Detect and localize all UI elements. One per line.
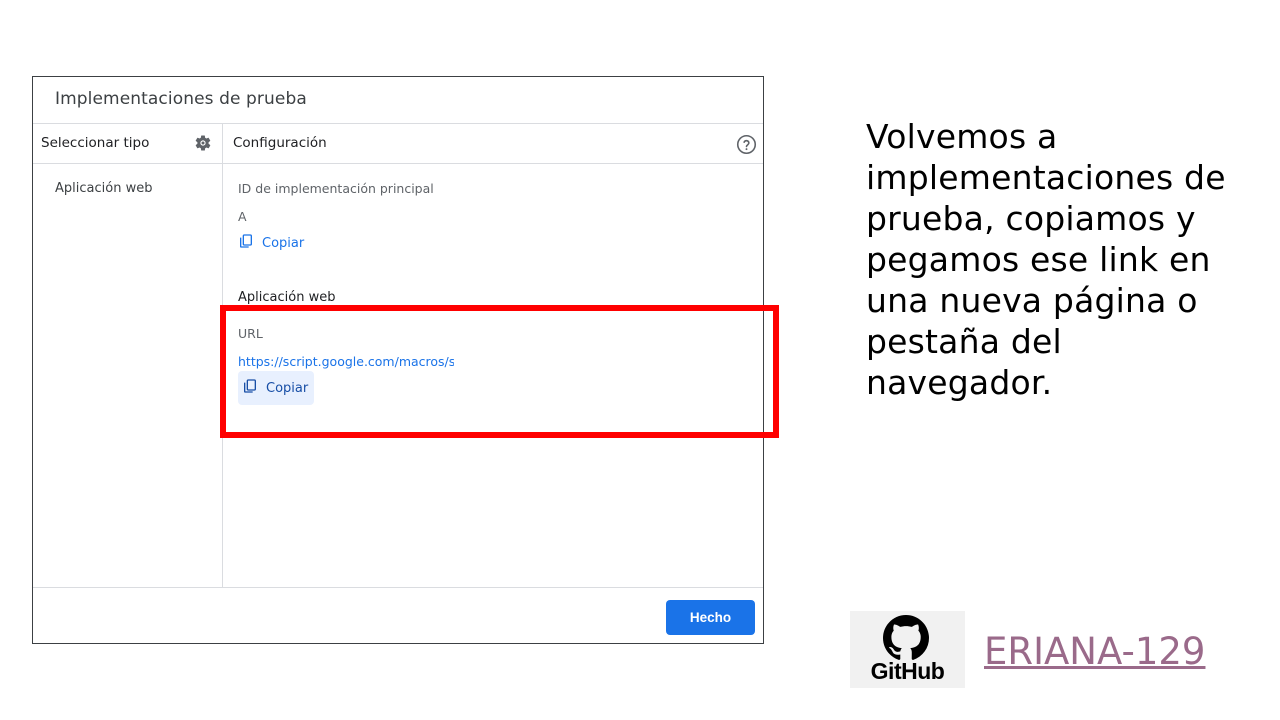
github-logo: GitHub: [850, 611, 965, 688]
divider: [33, 163, 763, 164]
deployment-id-value: A: [238, 209, 247, 224]
sidebar-item-web-app[interactable]: Aplicación web: [55, 181, 152, 196]
divider: [33, 587, 763, 588]
gear-icon[interactable]: [194, 134, 212, 152]
slide-caption: Volvemos a implementaciones de prueba, c…: [866, 117, 1226, 402]
done-button[interactable]: Hecho: [666, 600, 755, 635]
deployment-id-label: ID de implementación principal: [238, 181, 434, 196]
github-username-link[interactable]: ERIANA-129: [984, 630, 1205, 673]
divider: [33, 123, 763, 124]
select-type-header: Seleccionar tipo: [41, 135, 150, 151]
configuration-header: Configuración: [233, 135, 327, 151]
highlight-box: [220, 305, 779, 438]
help-circle-icon[interactable]: [736, 134, 757, 155]
copy-button-label: Copiar: [262, 235, 305, 251]
github-octocat-icon: [883, 615, 929, 661]
github-wordmark: GitHub: [870, 658, 945, 684]
web-app-section-title: Aplicación web: [238, 290, 336, 305]
dialog-title: Implementaciones de prueba: [55, 89, 307, 109]
copy-deployment-id-button[interactable]: Copiar: [234, 226, 310, 260]
copy-icon: [238, 233, 254, 253]
